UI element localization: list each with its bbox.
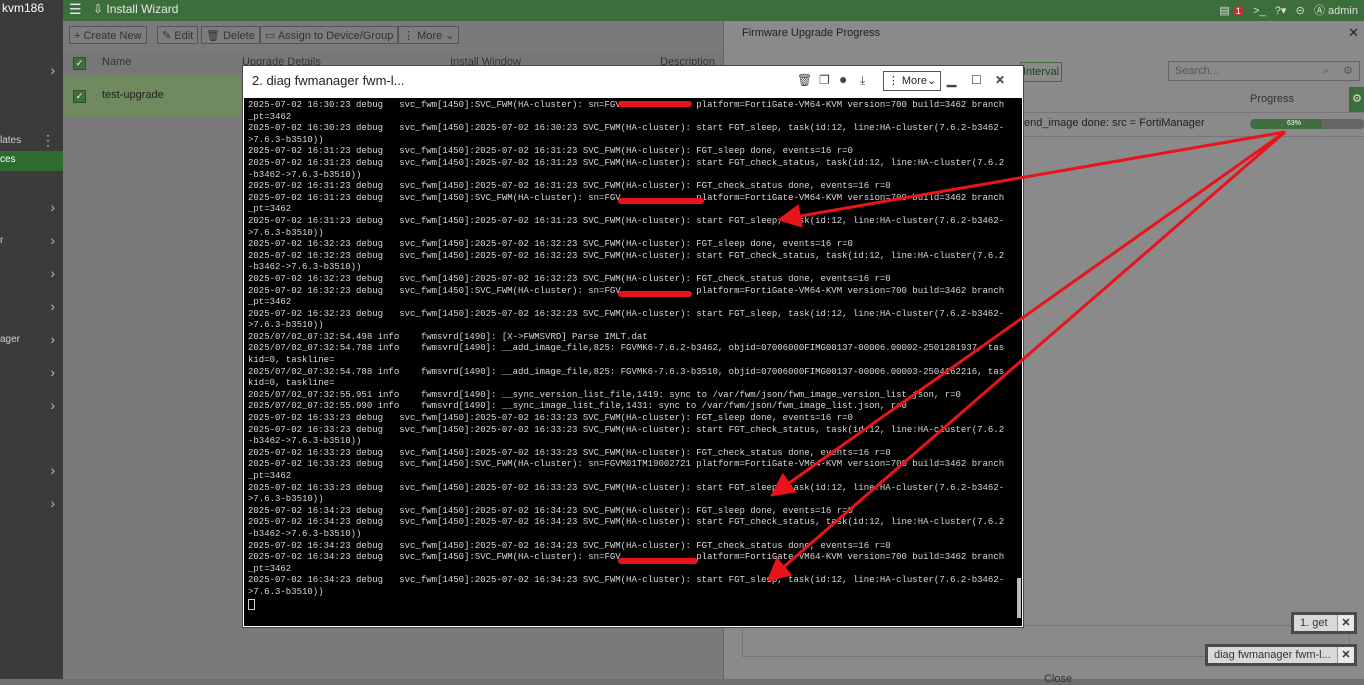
minimized-tab[interactable]: diag fwmanager fwm-l... ✕ — [1205, 644, 1357, 666]
annotation-arrow — [766, 130, 1286, 582]
close-icon[interactable]: ✕ — [1337, 615, 1354, 631]
annotation-arrows — [766, 130, 1286, 582]
annotation-arrow — [770, 130, 1286, 497]
annotation-arrow — [777, 130, 1286, 228]
close-icon[interactable]: ✕ — [1337, 647, 1354, 663]
minimized-tab[interactable]: 1. get ✕ — [1291, 612, 1357, 634]
minimized-tab-label: diag fwmanager fwm-l... — [1214, 649, 1331, 661]
minimized-tab-label: 1. get — [1300, 617, 1328, 629]
